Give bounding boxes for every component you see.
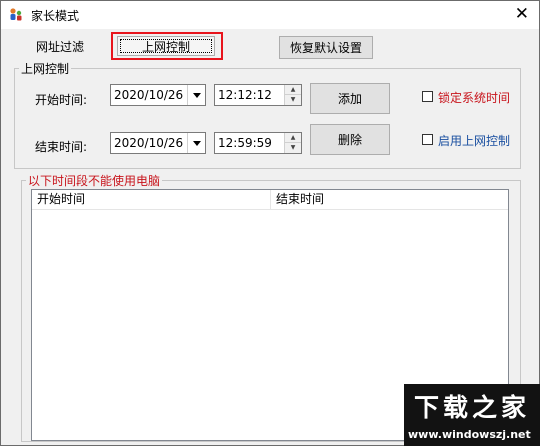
family-app-icon bbox=[8, 7, 24, 23]
add-button-label: 添加 bbox=[337, 92, 362, 106]
end-date-picker[interactable]: 2020/10/26 bbox=[110, 132, 206, 154]
tab-internet-control[interactable]: 上网控制 bbox=[117, 36, 215, 56]
end-time-stepper[interactable]: 12:59:59 ▲ ▼ bbox=[214, 132, 302, 154]
end-time-value: 12:59:59 bbox=[218, 136, 272, 150]
watermark-url: www.windowszj.net bbox=[408, 428, 531, 441]
end-time-label: 结束时间: bbox=[35, 140, 88, 154]
watermark-logo-text: 下载之家 bbox=[414, 393, 531, 422]
start-date-value: 2020/10/26 bbox=[114, 88, 184, 102]
start-time-value: 12:12:12 bbox=[218, 88, 272, 102]
start-time-spinner[interactable]: ▲ ▼ bbox=[284, 85, 301, 105]
blocked-periods-group-title: 以下时间段不能使用电脑 bbox=[26, 172, 163, 189]
end-date-value: 2020/10/26 bbox=[114, 136, 184, 150]
focus-rect bbox=[120, 39, 212, 53]
list-header: 开始时间 结束时间 bbox=[32, 190, 508, 210]
start-time-stepper[interactable]: 12:12:12 ▲ ▼ bbox=[214, 84, 302, 106]
enable-internet-control-checkbox[interactable] bbox=[422, 134, 433, 145]
lock-system-time-checkbox[interactable] bbox=[422, 91, 433, 102]
start-date-picker[interactable]: 2020/10/26 bbox=[110, 84, 206, 106]
internet-control-group-title: 上网控制 bbox=[19, 60, 72, 77]
end-time-spinner[interactable]: ▲ ▼ bbox=[284, 133, 301, 153]
title-bar: 家长模式 ✕ bbox=[1, 1, 539, 29]
enable-internet-control-label[interactable]: 启用上网控制 bbox=[438, 132, 510, 149]
restore-defaults-button[interactable]: 恢复默认设置 bbox=[279, 36, 373, 59]
column-header-start-time[interactable]: 开始时间 bbox=[32, 190, 271, 209]
add-button[interactable]: 添加 bbox=[310, 83, 390, 114]
delete-button[interactable]: 删除 bbox=[310, 124, 390, 155]
restore-defaults-label: 恢复默认设置 bbox=[289, 41, 362, 55]
download-site-watermark: 下载之家 www.windowszj.net bbox=[404, 384, 540, 446]
parent-mode-window: 家长模式 ✕ 网址过滤 上网控制 恢复默认设置 上网控制 开始时间: 2020/… bbox=[0, 0, 540, 446]
tab-url-filter[interactable]: 网址过滤 bbox=[36, 38, 84, 55]
start-time-label: 开始时间: bbox=[35, 93, 88, 107]
column-header-end-time[interactable]: 结束时间 bbox=[271, 190, 509, 209]
chevron-down-icon[interactable] bbox=[187, 133, 205, 153]
window-title: 家长模式 bbox=[31, 9, 80, 23]
spin-down-icon[interactable]: ▼ bbox=[285, 143, 301, 153]
lock-system-time-label[interactable]: 锁定系统时间 bbox=[438, 89, 510, 106]
delete-button-label: 删除 bbox=[337, 133, 362, 147]
spin-down-icon[interactable]: ▼ bbox=[285, 95, 301, 105]
close-icon[interactable]: ✕ bbox=[515, 5, 529, 23]
chevron-down-icon[interactable] bbox=[187, 85, 205, 105]
